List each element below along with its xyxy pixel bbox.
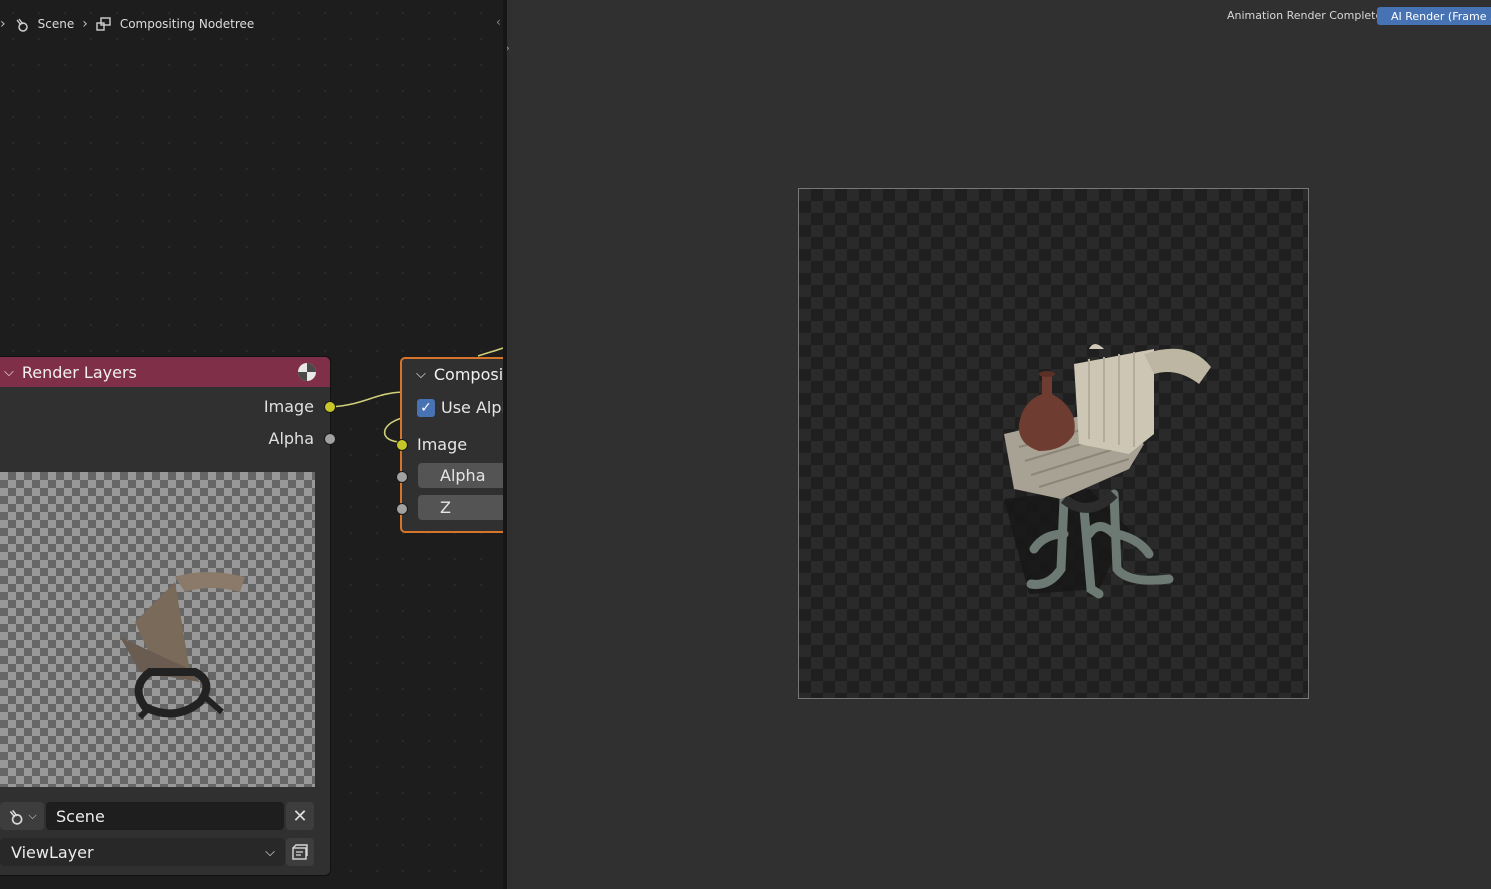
render-layers-node[interactable]: ⌵ Render Layers Image Alpha ⌵ Scene ✕ Vi… <box>0 357 336 875</box>
composite-header[interactable]: ⌵ Composi <box>402 359 503 389</box>
use-alpha-checkbox[interactable]: ✓ <box>417 398 435 417</box>
output-alpha-socket[interactable] <box>324 433 336 445</box>
render-progress-label: AI Render (Frame 3/ <box>1391 9 1491 23</box>
render-layer-icon <box>292 844 308 860</box>
chevron-down-icon: ⌵ <box>28 809 37 822</box>
input-z-socket[interactable] <box>396 503 408 515</box>
scene-icon <box>10 809 23 825</box>
input-alpha-socket[interactable] <box>396 471 408 483</box>
view-layer-value: ViewLayer <box>11 842 94 862</box>
input-z-field[interactable]: Z <box>418 495 503 520</box>
composite-title: Composi <box>433 364 503 384</box>
output-alpha-label: Alpha <box>268 429 315 448</box>
composite-node[interactable]: ⌵ Composi ✓ Use Alph Image Alpha Z <box>396 357 503 533</box>
render-layers-header[interactable]: ⌵ Render Layers <box>0 357 330 387</box>
preview-toggle-icon[interactable] <box>296 361 318 383</box>
output-image-label: Image <box>263 397 314 416</box>
chevron-down-icon[interactable]: ⌵ <box>416 367 426 382</box>
render-preview <box>0 472 315 787</box>
view-layer-select[interactable]: ViewLayer ⌵ <box>0 838 285 866</box>
input-image-label: Image <box>417 435 468 454</box>
image-editor[interactable]: › Animation Render Complete AI Render (F… <box>507 0 1491 889</box>
use-alpha-label: Use Alph <box>441 398 503 417</box>
scene-selector-button[interactable]: ⌵ <box>0 802 44 830</box>
output-image-socket[interactable] <box>324 401 336 413</box>
chevron-down-icon[interactable]: ⌵ <box>4 365 14 380</box>
region-toggle-icon[interactable]: › <box>507 41 510 55</box>
chevron-down-icon: ⌵ <box>265 844 275 860</box>
use-alpha-row[interactable]: ✓ Use Alph <box>417 398 503 417</box>
scene-name-value: Scene <box>56 806 105 826</box>
render-layers-title: Render Layers <box>21 362 137 382</box>
input-z-label: Z <box>440 498 451 517</box>
scene-name-field[interactable]: Scene <box>46 802 284 830</box>
close-icon: ✕ <box>292 805 308 827</box>
render-status-text: Animation Render Complete <box>1227 9 1383 22</box>
render-progress-badge[interactable]: AI Render (Frame 3/ <box>1377 7 1491 25</box>
bench-thumbnail <box>120 572 245 720</box>
render-result-canvas[interactable] <box>798 188 1309 699</box>
unlink-scene-button[interactable]: ✕ <box>286 802 314 830</box>
render-result-image <box>1004 344 1211 599</box>
input-alpha-field[interactable]: Alpha <box>418 463 503 488</box>
input-image-socket[interactable] <box>396 439 408 451</box>
node-editor[interactable]: › Scene › Compositing Nodetree ‹ ⌵ Rende… <box>0 0 503 889</box>
render-view-layer-button[interactable] <box>286 838 314 866</box>
input-alpha-label: Alpha <box>440 466 486 485</box>
